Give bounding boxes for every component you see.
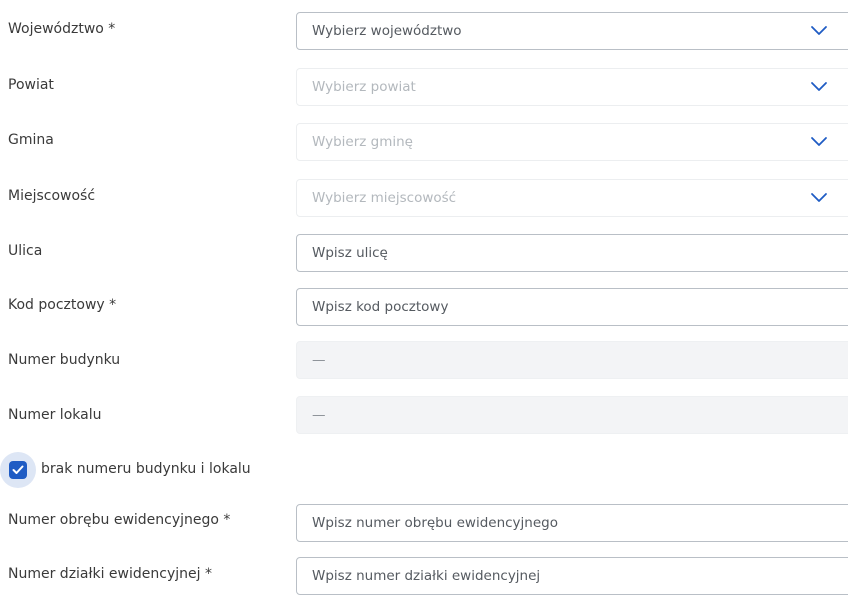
- kod-pocztowy-label: Kod pocztowy *: [8, 297, 117, 313]
- numer-dzialki-input[interactable]: Wpisz numer działki ewidencyjnej: [296, 557, 848, 595]
- ulica-label: Ulica: [8, 243, 43, 259]
- miejscowosc-label: Miejscowość: [8, 188, 96, 204]
- kod-pocztowy-input[interactable]: Wpisz kod pocztowy: [296, 288, 848, 326]
- brak-numeru-checkbox[interactable]: [0, 452, 36, 488]
- numer-lokalu-label: Numer lokalu: [8, 407, 102, 423]
- brak-numeru-label[interactable]: brak numeru budynku i lokalu: [41, 461, 251, 477]
- chevron-down-icon: [811, 137, 827, 146]
- numer-obrebu-input[interactable]: Wpisz numer obrębu ewidencyjnego: [296, 504, 848, 542]
- kod-pocztowy-placeholder: Wpisz kod pocztowy: [312, 299, 449, 315]
- numer-dzialki-label: Numer działki ewidencyjnej *: [8, 566, 212, 582]
- numer-dzialki-placeholder: Wpisz numer działki ewidencyjnej: [312, 568, 541, 584]
- wojewodztwo-placeholder: Wybierz województwo: [312, 23, 462, 39]
- ulica-input[interactable]: Wpisz ulicę: [296, 234, 848, 272]
- gmina-label: Gmina: [8, 132, 54, 148]
- numer-lokalu-input[interactable]: —: [296, 396, 848, 434]
- ulica-placeholder: Wpisz ulicę: [312, 245, 388, 261]
- chevron-down-icon: [811, 82, 827, 91]
- gmina-select[interactable]: Wybierz gminę: [296, 123, 848, 161]
- numer-obrebu-placeholder: Wpisz numer obrębu ewidencyjnego: [312, 515, 558, 531]
- checkmark-icon: [12, 465, 24, 474]
- miejscowosc-select[interactable]: Wybierz miejscowość: [296, 179, 848, 217]
- wojewodztwo-label: Województwo *: [8, 21, 116, 37]
- powiat-placeholder: Wybierz powiat: [312, 79, 416, 95]
- numer-budynku-value: —: [312, 352, 326, 368]
- wojewodztwo-select[interactable]: Wybierz województwo: [296, 12, 848, 50]
- chevron-down-icon: [811, 26, 827, 35]
- chevron-down-icon: [811, 193, 827, 202]
- miejscowosc-placeholder: Wybierz miejscowość: [312, 190, 457, 206]
- numer-budynku-input[interactable]: —: [296, 341, 848, 379]
- numer-obrebu-label: Numer obrębu ewidencyjnego *: [8, 512, 231, 528]
- powiat-select[interactable]: Wybierz powiat: [296, 68, 848, 106]
- checkbox-box[interactable]: [9, 461, 27, 479]
- numer-lokalu-value: —: [312, 407, 326, 423]
- gmina-placeholder: Wybierz gminę: [312, 134, 413, 150]
- numer-budynku-label: Numer budynku: [8, 352, 121, 368]
- powiat-label: Powiat: [8, 77, 54, 93]
